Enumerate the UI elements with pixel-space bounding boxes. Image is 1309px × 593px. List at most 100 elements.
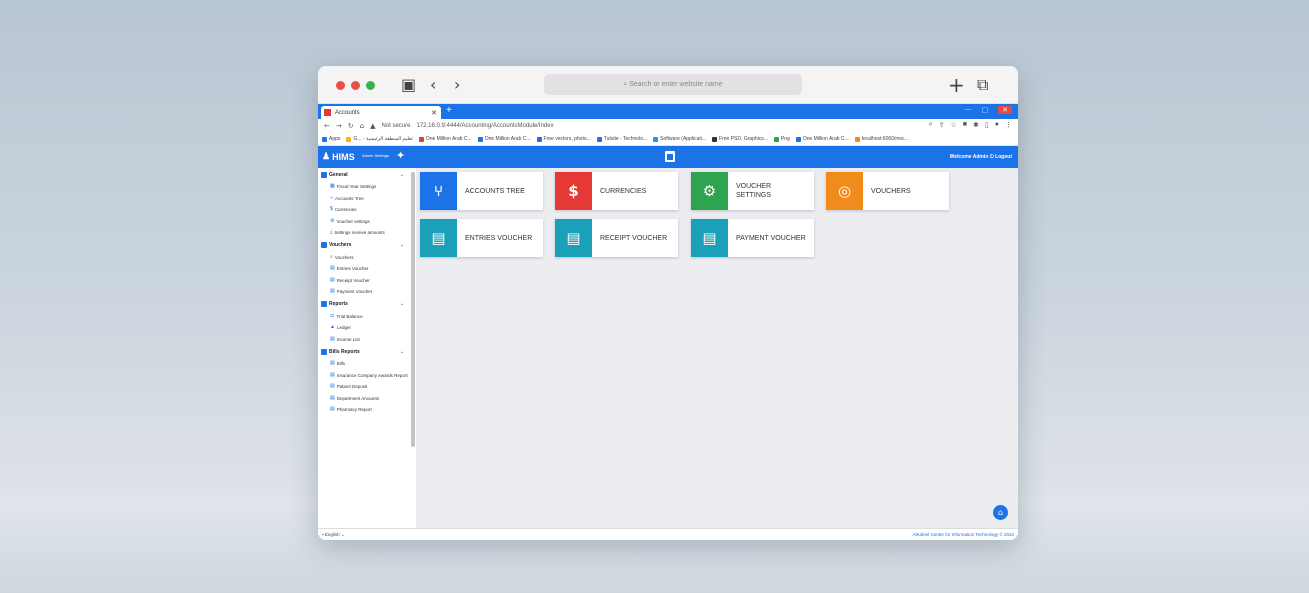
sidebar-section-vouchers[interactable]: Vouchers ⌄ [318,239,416,252]
app-footer: ▪ English ⌄ AlKafeel Center for Informat… [318,528,1018,540]
tile-receipt-voucher[interactable]: ▤ RECEIPT VOUCHER [555,219,678,257]
search-dollar-icon: ◎ [826,172,863,210]
sidebar-item-pharmacy-report[interactable]: ▤ Pharmacy Report [318,404,416,416]
zoom-dot[interactable] [366,81,375,90]
sidebar-item-voucher-settings[interactable]: ⚙ Voucher settings [318,216,416,228]
sidebar-item-department-amounts[interactable]: ▤ Department Amounts [318,393,416,405]
language-selector[interactable]: ▪ English ⌄ [322,532,345,538]
menu-icon[interactable]: ⋮ [1005,121,1012,129]
tile-vouchers[interactable]: ◎ VOUCHERS [826,172,949,210]
doc-icon: ▤ [330,265,335,271]
bookmark-item[interactable]: Tutsite - Technolo... [596,136,647,142]
bookmark-item[interactable]: Apps [322,136,340,142]
sidebar-item-fiscal-year[interactable]: ▦ Fiscal Year Settings [318,181,416,193]
line-chart-icon [321,348,327,355]
url-text[interactable]: 172.16.0.9:4444/Accounting/AccountsModul… [416,123,553,129]
address-placeholder: Search or enter website name [629,81,723,88]
safari-address-bar[interactable]: ⌕ Search or enter website name [544,74,802,95]
balance-icon: ⚖ [330,312,335,319]
sidebar-item-receipt-voucher[interactable]: ▤ Receipt Voucher [318,275,416,287]
doc-icon: ▤ [330,335,335,342]
sidepanel-icon[interactable]: ▯ [985,121,989,129]
back-arrow-icon[interactable]: ← [324,122,330,130]
close-tab-icon[interactable]: ✕ [431,109,437,117]
url-actions: ⌕ ⇪ ☆ ■ ✱ ▯ ● ⋮ [929,121,1012,129]
logout-link[interactable]: Logout [995,154,1012,160]
close-dot[interactable] [336,81,345,90]
bookmark-item[interactable]: Png [773,136,790,142]
tile-payment-voucher[interactable]: ▤ PAYMENT VOUCHER [691,219,814,257]
sidebar-item-insurance-report[interactable]: ▤ Insurance Company Awards Report [318,370,416,382]
chevron-down-icon: ⌄ [399,171,404,178]
back-icon[interactable]: ‹ [430,75,436,94]
home-button[interactable]: ⌂ [993,505,1008,520]
new-tab-button[interactable]: + [446,105,452,116]
sidebar-item-trial-balance[interactable]: ⚖ Trial Balance [318,311,416,323]
url-bar: ← → ↻ ⌂ ▲ Not secure 172.16.0.9:4444/Acc… [318,119,1018,133]
doc-icon: ▤ [330,371,335,378]
home-icon[interactable]: ⌂ [360,122,364,130]
notification-icon[interactable]: ✦ [396,149,405,162]
bookmark-item[interactable]: Free vectors, photo... [536,136,591,142]
forward-icon[interactable]: › [454,75,460,94]
zoom-icon[interactable]: ⌕ [929,121,933,129]
doc-icon: ▤ [330,406,335,412]
user-menu[interactable]: Welcome Admin ⏻ Logout [950,154,1012,160]
tab-title: Accounts [335,109,360,116]
admin-settings-dropdown[interactable]: Admin Settings [362,153,389,158]
sidebar-item-accounts-tree[interactable]: ⑂ Accounts Tree [318,193,416,205]
users-icon: ♟ [322,151,331,161]
tile-voucher-settings[interactable]: ⚙ VOUCHER SETTINGS [691,172,814,210]
bookmark-item[interactable]: G... - تعليم المنطقة الرئيسية [346,136,413,142]
sidebar-item-settings-receive[interactable]: ⤓ Settings receive amounts [318,227,416,239]
bookmark-item[interactable]: Free PSD, Graphics... [712,136,768,142]
calendar-icon[interactable] [665,151,675,162]
sidebar-item-entries-voucher[interactable]: ▤ Entries Voucher [318,263,416,275]
bookmark-item[interactable]: Software (Applicati... [653,136,706,142]
bookmark-item[interactable]: One Million Arab C... [795,136,849,142]
minimize-icon[interactable]: — [965,106,972,114]
browser-window: ▣ ‹ › ⌕ Search or enter website name + ⧉… [318,66,1018,540]
tab-accounts[interactable]: Accounts ✕ [321,106,441,119]
tile-accounts-tree[interactable]: ⑂ ACCOUNTS TREE [420,172,543,210]
share-icon[interactable]: ⇪ [939,121,945,129]
not-secure-label: Not secure [381,123,411,129]
reload-icon[interactable]: ↻ [348,122,354,130]
home-icon: ⌂ [997,508,1004,517]
sidebar-item-payment-voucher[interactable]: ▤ Payment Voucher [318,286,416,298]
bookmark-item[interactable]: One Million Arab C... [477,136,531,142]
sidebar-section-bills-reports[interactable]: Bills Reports ⌄ [318,345,416,358]
close-window-icon[interactable]: ✕ [998,106,1012,114]
chevron-down-icon: ⌄ [399,242,404,248]
invoice-icon: ▤ [330,288,335,294]
sidebar-item-income-list[interactable]: ▤ Income List [318,334,416,346]
sidebar-item-vouchers[interactable]: ⌕ Vouchers [318,252,416,264]
bookmark-item[interactable]: One Million Arab C... [418,136,472,142]
new-tab-icon[interactable]: + [948,73,965,97]
sidebar-section-general[interactable]: General ⌄ [318,168,416,181]
doc-icon: ▤ [330,394,335,401]
forward-arrow-icon[interactable]: → [336,122,342,130]
tile-entries-voucher[interactable]: ▤ ENTRIES VOUCHER [420,219,543,257]
chart-icon: ▲ [330,324,335,330]
doc-icon: ▤ [330,360,335,366]
welcome-text: Welcome Admin [949,154,989,160]
minimize-dot[interactable] [351,81,360,90]
maximize-icon[interactable]: ▢ [982,106,989,114]
app-logo[interactable]: ♟ HIMS [322,151,355,162]
extension-icon[interactable]: ■ [963,121,967,129]
sidebar-item-bills[interactable]: ▤ Bills [318,358,416,370]
tabs-overview-icon[interactable]: ⧉ [977,75,988,95]
sidebar-toggle-icon[interactable]: ▣ [401,75,416,94]
tile-currencies[interactable]: $ CURRENCIES [555,172,678,210]
receipt-icon: ▤ [330,276,335,283]
bookmark-item[interactable]: localhost:6060/mvc... [854,136,909,142]
sidebar-item-currencies[interactable]: $ Currencies [318,204,416,216]
chevron-down-icon: ⌄ [399,348,404,355]
profile-icon[interactable]: ● [995,121,999,129]
sidebar-item-patient-deposit[interactable]: ▤ Patient Deposit [318,381,416,393]
sidebar-item-ledger[interactable]: ▲ Ledger [318,322,416,334]
puzzle-icon[interactable]: ✱ [973,121,979,129]
star-icon[interactable]: ☆ [951,121,957,129]
sidebar-section-reports[interactable]: Reports ⌄ [318,298,416,311]
